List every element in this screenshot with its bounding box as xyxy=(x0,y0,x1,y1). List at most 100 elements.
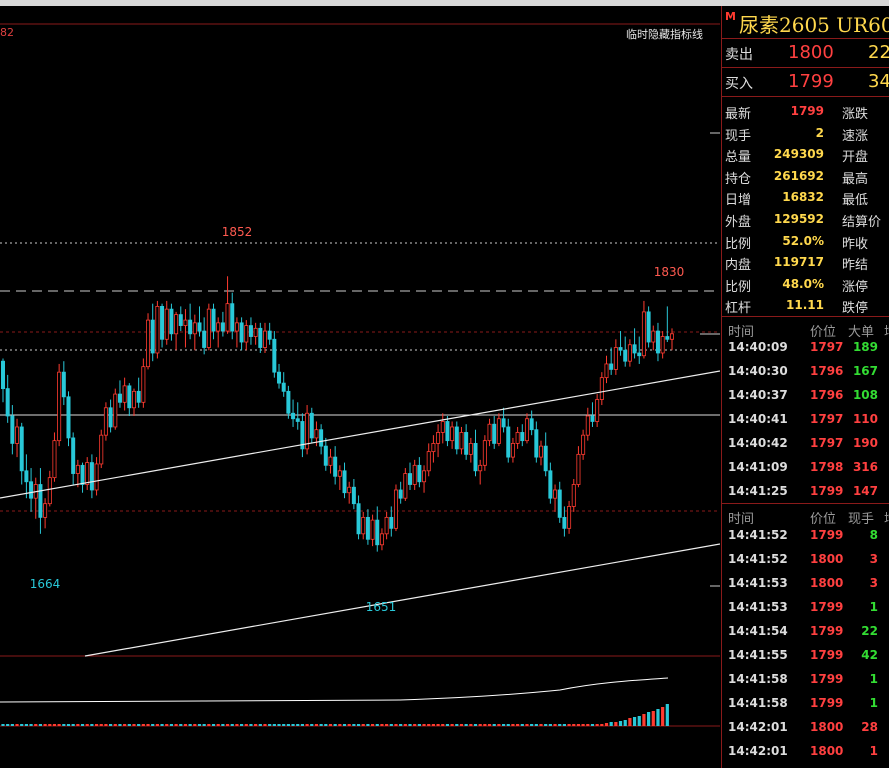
candle-body xyxy=(262,330,267,348)
candle-body xyxy=(651,330,656,343)
tick-row[interactable]: 14:41:54 1799 22 xyxy=(722,620,889,644)
candle-body xyxy=(501,418,506,428)
ask-row[interactable]: 卖出 1800 22 xyxy=(722,39,889,68)
volume-bar xyxy=(99,724,103,726)
candle-body xyxy=(314,429,319,439)
row-price: 1796 xyxy=(810,388,844,402)
volume-bar xyxy=(244,724,248,726)
volume-bar xyxy=(604,723,609,726)
volume-bar xyxy=(109,724,113,726)
kline-chart[interactable]: 1852 1664 1651 1830 xyxy=(0,6,720,768)
candle-body xyxy=(379,533,384,546)
tick-row[interactable]: 14:41:52 1799 8 xyxy=(722,524,889,548)
row-volume: 28 xyxy=(861,720,878,734)
volume-bar xyxy=(356,724,361,726)
volume-bar xyxy=(375,724,379,726)
row-price: 1800 xyxy=(810,744,844,758)
volume-bar xyxy=(66,724,71,726)
candle-body xyxy=(576,453,581,485)
candle-body xyxy=(160,305,165,340)
ask-volume: 22 xyxy=(868,42,889,63)
row-price: 1797 xyxy=(810,436,844,450)
candle-body xyxy=(319,429,324,447)
candle-body xyxy=(206,308,211,348)
candle-body xyxy=(571,484,576,507)
big-order-row[interactable]: 14:41:09 1798 316 xyxy=(722,456,889,480)
candle-body xyxy=(356,503,361,535)
row-price: 1797 xyxy=(810,340,844,354)
candle-body xyxy=(94,463,99,491)
stats-label: 持仓 xyxy=(725,171,752,187)
ask-price: 1800 xyxy=(788,42,834,63)
volume-bar xyxy=(459,724,464,726)
candle-body xyxy=(43,503,48,518)
indicator-line-curve xyxy=(399,677,669,701)
candle-body xyxy=(365,516,370,540)
tick-row[interactable]: 14:41:52 1800 3 xyxy=(722,548,889,572)
big-order-row[interactable]: 14:40:09 1797 189 xyxy=(722,336,889,360)
row-price: 1799 xyxy=(810,648,844,662)
volume-bar xyxy=(239,724,244,726)
row-time: 14:40:42 xyxy=(728,436,788,450)
volume-bar xyxy=(576,724,581,726)
tick-row[interactable]: 14:41:53 1800 3 xyxy=(722,572,889,596)
row-price: 1800 xyxy=(810,576,844,590)
big-order-row[interactable]: 14:41:25 1799 147 xyxy=(722,480,889,504)
candle-body xyxy=(286,390,291,414)
tick-row[interactable]: 14:42:01 1800 28 xyxy=(722,716,889,740)
volume-bar xyxy=(221,724,225,726)
volume-bar xyxy=(506,724,510,726)
big-order-row[interactable]: 14:40:42 1797 190 xyxy=(722,432,889,456)
big-order-row[interactable]: 14:40:37 1796 108 xyxy=(722,384,889,408)
bid-row[interactable]: 买入 1799 34 xyxy=(722,68,889,97)
stats-value: 52.0% xyxy=(782,233,824,248)
volume-bar xyxy=(310,724,314,726)
candle-body xyxy=(277,371,282,384)
volume-bar xyxy=(399,724,403,726)
candle-body xyxy=(440,421,445,433)
hide-indicator-button[interactable]: 临时隐藏指标线 xyxy=(626,26,703,42)
big-order-row[interactable]: 14:40:41 1797 110 xyxy=(722,408,889,432)
volume-bar xyxy=(169,724,174,726)
volume-bar xyxy=(651,711,655,726)
tick-row[interactable]: 14:41:58 1799 1 xyxy=(722,668,889,692)
quote-panel: M 尿素2605 UR60 卖出 1800 22 买入 1799 34 最新 17… xyxy=(721,6,889,768)
tick-row[interactable]: 14:41:53 1799 1 xyxy=(722,596,889,620)
row-volume: 22 xyxy=(861,624,878,638)
row-time: 14:41:53 xyxy=(728,576,788,590)
volume-bar xyxy=(85,724,89,726)
big-order-row[interactable]: 14:40:30 1796 167 xyxy=(722,360,889,384)
tick-row[interactable]: 14:42:01 1800 1 xyxy=(722,740,889,764)
volume-bar xyxy=(539,724,543,726)
volume-bar xyxy=(501,724,506,726)
candle-body xyxy=(136,390,141,403)
stats-label-right: 昨收 xyxy=(842,236,869,252)
candle-body xyxy=(609,363,614,370)
high-label-left: 1852 xyxy=(222,225,253,239)
tick-row[interactable]: 14:41:58 1799 1 xyxy=(722,692,889,716)
stats-label: 现手 xyxy=(725,128,752,144)
low-label-mid: 1651 xyxy=(366,600,397,614)
tick-row[interactable]: 14:41:55 1799 42 xyxy=(722,644,889,668)
volume-bar xyxy=(436,724,440,726)
candle-body xyxy=(342,470,347,494)
candle-body xyxy=(239,322,244,343)
candle-body xyxy=(99,434,104,465)
candle-body xyxy=(417,464,422,483)
volume-bar xyxy=(478,724,482,726)
volume-bar xyxy=(272,724,276,726)
candle-body xyxy=(403,473,408,499)
volume-bar xyxy=(179,724,183,726)
candle-body xyxy=(543,445,548,472)
volume-bar xyxy=(473,724,478,726)
candle-body xyxy=(234,322,239,332)
volume-bar xyxy=(338,724,342,726)
volume-bar xyxy=(328,724,333,726)
candle-body xyxy=(375,519,380,546)
kline-chart-area[interactable]: 1852 1664 1651 1830 82 临时隐藏指标线 xyxy=(0,6,720,768)
stats-label: 比例 xyxy=(725,279,752,295)
volume-bar xyxy=(10,724,14,726)
volume-bar xyxy=(34,724,38,726)
volume-bar xyxy=(160,724,164,726)
volume-bar xyxy=(520,724,524,726)
